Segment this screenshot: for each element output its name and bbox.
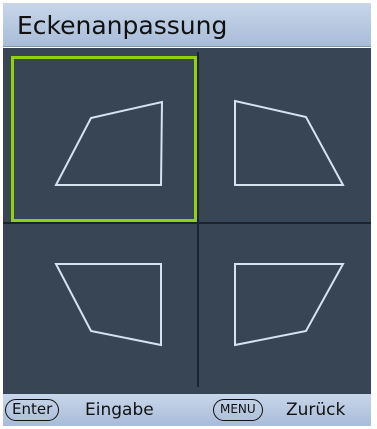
trapezoid-bottom-right-icon xyxy=(234,263,345,347)
grid-divider-horizontal xyxy=(3,222,371,224)
corner-top-right-tile[interactable] xyxy=(199,56,371,222)
menu-key-badge[interactable]: MENU xyxy=(213,399,263,421)
footer-hints: Enter Eingabe MENU Zurück xyxy=(3,394,371,426)
title-bar: Eckenanpassung xyxy=(3,3,371,47)
enter-action-label: Eingabe xyxy=(85,400,154,420)
trapezoid-top-left-icon xyxy=(54,100,164,186)
enter-key-badge[interactable]: Enter xyxy=(5,399,60,421)
corner-bottom-left-tile[interactable] xyxy=(3,224,197,387)
keystone-dialog: Eckenanpassung Enter Eingabe MENU Zurück xyxy=(0,0,377,429)
corner-bottom-right-tile[interactable] xyxy=(199,224,371,387)
menu-action-label: Zurück xyxy=(286,400,346,420)
trapezoid-top-right-icon xyxy=(234,99,345,186)
corner-top-left-tile[interactable] xyxy=(11,56,197,222)
dialog-title: Eckenanpassung xyxy=(17,11,228,40)
grid-divider-vertical xyxy=(197,52,199,387)
trapezoid-bottom-left-icon xyxy=(54,263,162,347)
